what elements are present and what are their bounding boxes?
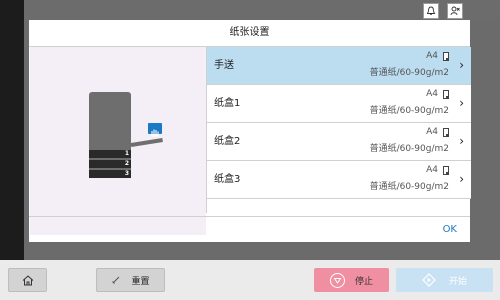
ok-button[interactable]: OK: [443, 217, 457, 243]
paper-source-row-tray-1[interactable]: 纸盒1 A4 普通纸/60-90g/m2 ›: [207, 85, 471, 123]
reset-button[interactable]: 重置: [96, 268, 165, 292]
chevron-right-icon: ›: [459, 172, 464, 186]
paper-size: A4: [426, 127, 438, 137]
paper-source-name: 纸盒3: [214, 174, 241, 185]
paper-source-name: 纸盒1: [214, 98, 241, 109]
user-status-icon[interactable]: [447, 3, 463, 19]
paper-type: 普通纸/60-90g/m2: [369, 106, 449, 116]
paper-source-list: 手送 A4 普通纸/60-90g/m2 › 纸盒1 A4 普通纸/60-90g/…: [206, 47, 471, 213]
paper-type: 普通纸/60-90g/m2: [369, 144, 449, 154]
stop-button[interactable]: 停止: [314, 268, 389, 292]
manual-feed-hand-icon: [148, 123, 162, 137]
tray-number: 3: [124, 170, 130, 177]
paper-type: 普通纸/60-90g/m2: [369, 68, 449, 78]
tray-number: 2: [124, 160, 130, 167]
paper-source-row-tray-2[interactable]: 纸盒2 A4 普通纸/60-90g/m2 ›: [207, 123, 471, 161]
paper-settings-dialog: 纸张设置 1 2 3 手送 A4 普通纸/60-90g/m2 › 纸盒1 A4 …: [29, 20, 471, 243]
paper-source-name: 手送: [214, 60, 234, 71]
paper-size: A4: [426, 165, 438, 175]
reset-label: 重置: [131, 276, 150, 287]
paper-type: 普通纸/60-90g/m2: [369, 182, 449, 192]
manual-feed-slot: [130, 138, 163, 147]
stop-icon: [329, 272, 345, 288]
start-button[interactable]: 开始: [396, 268, 493, 292]
machine-preview: 1 2 3: [30, 47, 206, 235]
paper-source-row-manual[interactable]: 手送 A4 普通纸/60-90g/m2 ›: [207, 47, 471, 85]
paper-portrait-icon: [443, 52, 449, 61]
left-dark-strip: [0, 0, 24, 260]
start-label: 开始: [448, 276, 467, 287]
paper-source-name: 纸盒2: [214, 136, 241, 147]
paper-source-row-tray-3[interactable]: 纸盒3 A4 普通纸/60-90g/m2 ›: [207, 161, 471, 199]
bell-icon[interactable]: [423, 3, 439, 19]
reset-icon: [112, 276, 120, 284]
start-icon: [422, 273, 437, 288]
paper-portrait-icon: [443, 128, 449, 137]
home-button[interactable]: [8, 268, 47, 292]
paper-size: A4: [426, 51, 438, 61]
chevron-right-icon: ›: [459, 96, 464, 110]
home-icon: [22, 274, 33, 285]
chevron-right-icon: ›: [459, 134, 464, 148]
chevron-right-icon: ›: [459, 58, 464, 72]
dialog-title: 纸张设置: [29, 20, 470, 47]
dialog-footer: OK: [29, 216, 470, 243]
tray-number: 1: [124, 150, 130, 157]
stop-label: 停止: [354, 276, 373, 287]
paper-portrait-icon: [443, 166, 449, 175]
paper-portrait-icon: [443, 90, 449, 99]
paper-size: A4: [426, 89, 438, 99]
